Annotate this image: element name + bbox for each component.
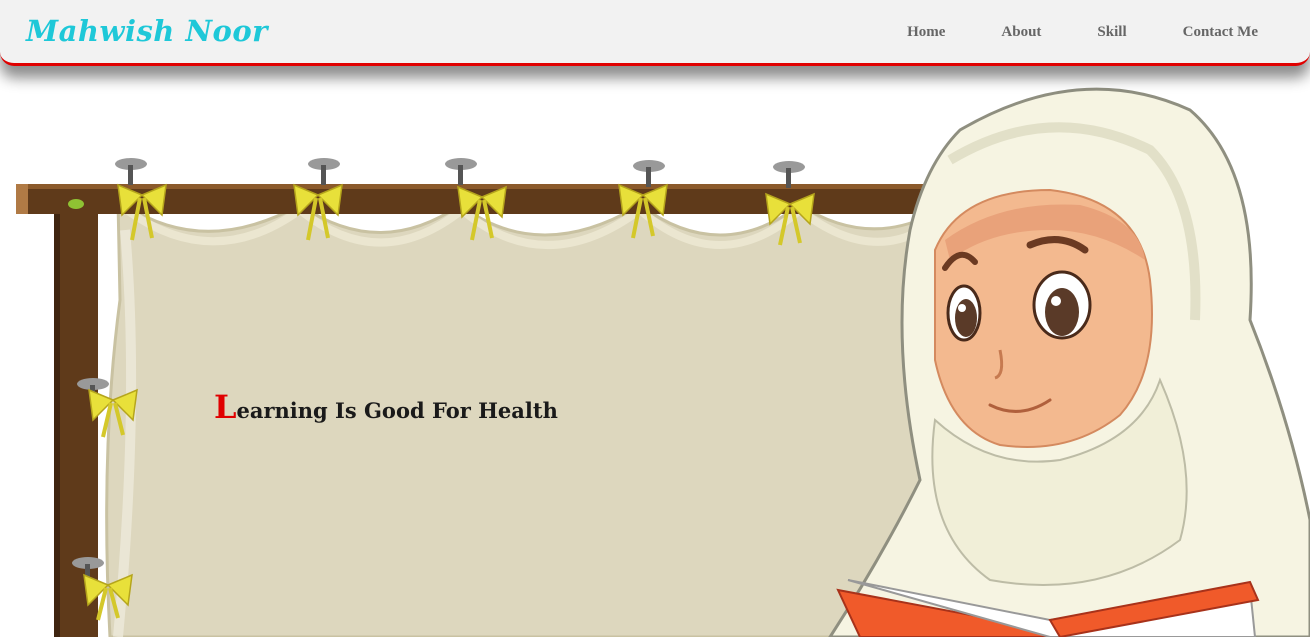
- girl-reading-illustration: [828, 87, 1310, 637]
- hero-heading: Learning Is Good For Health: [214, 388, 558, 426]
- brand-logo[interactable]: Mahwish Noor: [26, 14, 268, 48]
- hero-illustration: [16, 87, 1310, 637]
- nav-link-skill[interactable]: Skill: [1097, 24, 1126, 41]
- nav-link-home[interactable]: Home: [907, 24, 945, 41]
- nav-link-about[interactable]: About: [1001, 24, 1041, 41]
- hero-heading-first-letter: L: [214, 388, 237, 426]
- nav-link-contact[interactable]: Contact Me: [1183, 24, 1258, 41]
- hero-heading-rest: earning Is Good For Health: [236, 398, 558, 423]
- navbar: Mahwish Noor Home About Skill Contact Me: [0, 0, 1310, 66]
- nav-menu: Home About Skill Contact Me: [851, 24, 1258, 41]
- frame-left-post: [54, 214, 98, 637]
